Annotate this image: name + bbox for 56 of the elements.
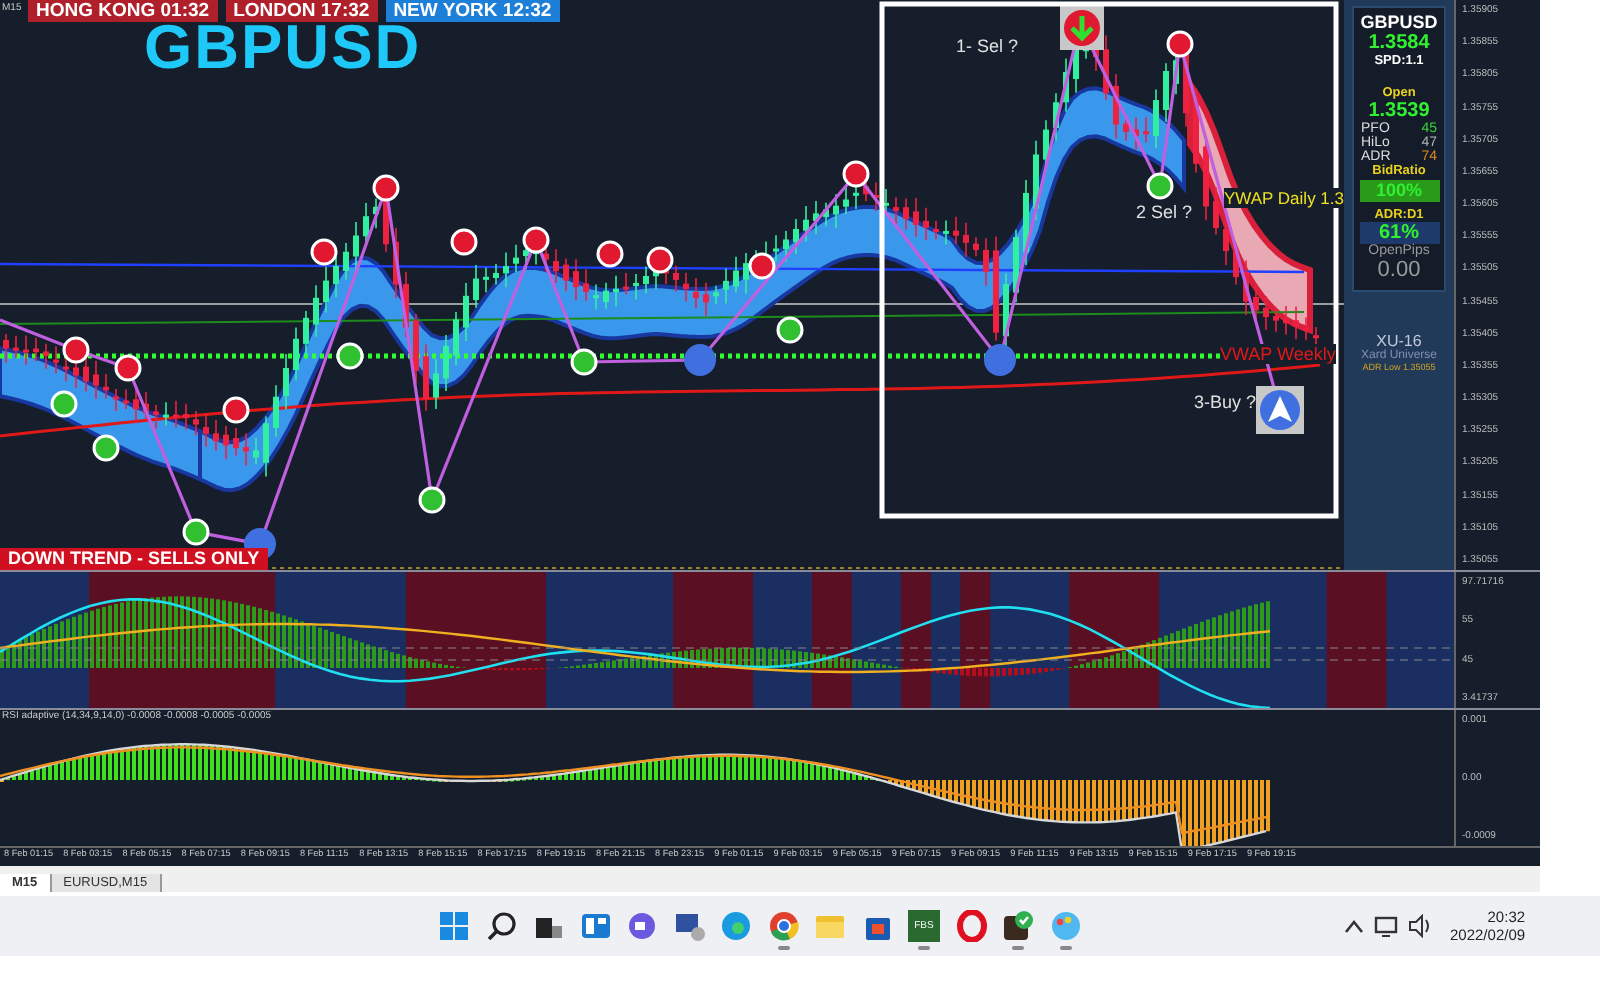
session-clock-label: LONDON 17:32 [225, 0, 378, 22]
open-pips-value: 0.00 [1377, 258, 1421, 282]
signal-marker [450, 228, 478, 256]
ring-logo-icon[interactable] [955, 910, 987, 942]
circle-logo-icon[interactable] [767, 910, 799, 942]
chart-annotation: 3-Buy ? [1194, 392, 1257, 412]
signal-marker [842, 160, 870, 188]
chat-bubble-icon[interactable] [626, 910, 658, 942]
signal-marker [50, 390, 78, 418]
chart-annotation: YWAP Daily 1.3 [1224, 188, 1344, 208]
signal-marker [522, 226, 550, 254]
zone-block [1326, 572, 1387, 708]
signal-marker [748, 252, 776, 280]
signal-marker [776, 316, 804, 344]
signal-marker [418, 486, 446, 514]
monitor-icon[interactable] [673, 910, 705, 942]
signal-marker [114, 354, 142, 382]
signal-marker [684, 344, 716, 376]
four-squares-icon[interactable] [438, 910, 470, 942]
adr-value: 61% [1359, 222, 1439, 244]
session-clock-label: HONG KONG 01:32 [28, 0, 218, 22]
speaker-icon[interactable] [1408, 914, 1432, 938]
session-clock-label: NEW YORK 12:32 [385, 0, 560, 22]
buy-signal-icon [1256, 386, 1304, 434]
signal-marker [222, 396, 250, 424]
down-arrow-icon [1060, 6, 1104, 50]
zone-block [960, 572, 991, 708]
trend-banner: DOWN TREND - SELLS ONLY [0, 548, 268, 570]
zone-block [405, 572, 546, 708]
signal-marker [62, 336, 90, 364]
checkmark-badge-icon[interactable] [1002, 910, 1034, 942]
signal-marker [646, 246, 674, 274]
signal-marker [570, 348, 598, 376]
signal-marker [1146, 172, 1174, 200]
panels-icon[interactable] [579, 910, 611, 942]
chart-annotation: 1- Sel ? [956, 36, 1019, 56]
brand-label: XU-16 [1376, 332, 1422, 350]
bid-price: 1.3584 [1368, 32, 1430, 54]
signal-marker [336, 342, 364, 370]
signal-marker [372, 174, 400, 202]
zone-block [1069, 572, 1160, 708]
signal-marker [1166, 30, 1194, 58]
signal-marker [182, 518, 210, 546]
palette-icon[interactable] [1049, 910, 1081, 942]
symbol-label: GBPUSD [1360, 12, 1438, 32]
signal-marker [310, 238, 338, 266]
signal-marker [984, 344, 1016, 376]
signal-marker [92, 434, 120, 462]
signal-marker [596, 240, 624, 268]
chart-annotation: VWAP Weekly [1220, 344, 1336, 364]
monitor-icon[interactable] [1374, 914, 1398, 938]
chart-annotation: 2 Sel ? [1136, 202, 1193, 222]
caret-icon[interactable] [1344, 918, 1364, 934]
search-icon[interactable] [485, 910, 517, 942]
open-price: 1.3539 [1368, 100, 1430, 122]
bid-ratio-value: 100% [1373, 180, 1425, 200]
